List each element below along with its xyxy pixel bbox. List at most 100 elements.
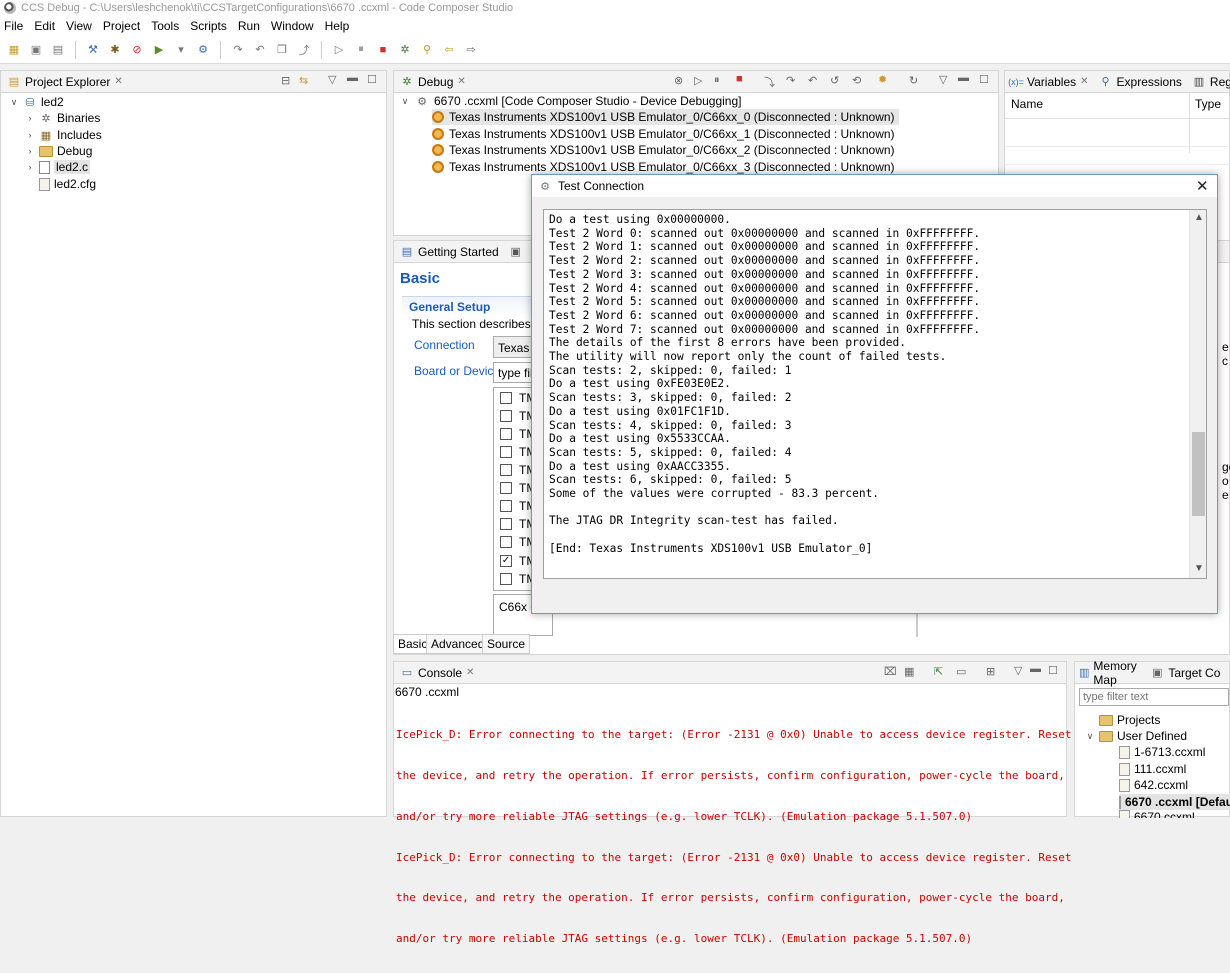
- flash-icon[interactable]: ⊘: [129, 42, 145, 58]
- chevron-down-icon[interactable]: ▾: [173, 42, 189, 58]
- expand-icon[interactable]: ›: [25, 130, 35, 140]
- device-checkbox[interactable]: [500, 518, 512, 530]
- save-icon[interactable]: ▣: [28, 42, 44, 58]
- close-icon[interactable]: ✕: [457, 76, 465, 87]
- tree-item-user-defined[interactable]: ∨ User Defined: [1085, 728, 1187, 744]
- debug-session-root[interactable]: ∨ ⚙ 6670 .ccxml [Code Composer Studio - …: [400, 93, 742, 109]
- suspend-icon[interactable]: ⏸: [714, 74, 720, 87]
- tree-item-ccxml[interactable]: 642.ccxml: [1119, 777, 1188, 793]
- collapse-icon[interactable]: ∨: [1085, 731, 1095, 742]
- dialog-vscroll[interactable]: ▲ ▼: [1189, 210, 1206, 578]
- scroll-lock-icon[interactable]: ▦: [904, 665, 914, 678]
- close-icon[interactable]: ✕: [466, 667, 474, 678]
- step-over-icon[interactable]: ↷: [786, 74, 795, 87]
- pin-console-icon[interactable]: ⇱: [934, 665, 943, 678]
- dialog-close-icon[interactable]: ✕: [1196, 177, 1209, 195]
- maximize-icon[interactable]: ☐: [1048, 664, 1058, 677]
- maximize-icon[interactable]: ☐: [979, 73, 989, 86]
- collapse-icon[interactable]: ∨: [9, 97, 19, 108]
- debug-target-icon[interactable]: ✲: [397, 42, 413, 58]
- scroll-thumb[interactable]: [1192, 432, 1205, 517]
- debug-config-icon[interactable]: ✹: [878, 73, 887, 86]
- tree-item-includes[interactable]: › ▦ Includes: [25, 127, 102, 143]
- tree-item-binaries[interactable]: › ✲ Binaries: [25, 110, 101, 126]
- clear-console-icon[interactable]: ⌧: [884, 665, 897, 678]
- expand-icon[interactable]: ›: [25, 113, 35, 123]
- menu-view[interactable]: View: [66, 19, 92, 33]
- debug-core-item[interactable]: Texas Instruments XDS100v1 USB Emulator_…: [432, 109, 899, 125]
- pin-icon[interactable]: ⚲: [419, 42, 435, 58]
- debug-icon[interactable]: ✱: [107, 42, 123, 58]
- tree-item-led2[interactable]: ∨ ⛁ led2: [9, 94, 64, 110]
- tree-item-ccxml[interactable]: 111.ccxml: [1119, 761, 1186, 777]
- refresh-icon[interactable]: ↻: [909, 74, 918, 87]
- step-return-icon[interactable]: ↶: [808, 74, 817, 87]
- tab-target-configs[interactable]: ▣ Target Co: [1150, 666, 1220, 680]
- device-checkbox[interactable]: [500, 536, 512, 548]
- device-checkbox[interactable]: [500, 410, 512, 422]
- tab-advanced[interactable]: Advanced: [426, 634, 490, 654]
- menu-scripts[interactable]: Scripts: [190, 19, 227, 33]
- terminate-icon[interactable]: ■: [736, 73, 743, 85]
- step-return-icon[interactable]: ⤴: [296, 42, 312, 58]
- back-icon[interactable]: ⇦: [441, 42, 457, 58]
- close-icon[interactable]: ✕: [1080, 76, 1088, 87]
- restart-icon[interactable]: ⟲: [852, 74, 861, 87]
- display-console-icon[interactable]: ▭: [956, 665, 966, 678]
- step-over-icon[interactable]: ↶: [252, 42, 268, 58]
- column-name[interactable]: Name: [1011, 97, 1043, 111]
- expand-icon[interactable]: ›: [25, 162, 35, 172]
- link-editor-icon[interactable]: ⇆: [299, 74, 308, 87]
- device-checkbox[interactable]: [500, 464, 512, 476]
- device-checkbox[interactable]: [500, 392, 512, 404]
- debug-core-item[interactable]: Texas Instruments XDS100v1 USB Emulator_…: [432, 159, 895, 175]
- menu-tools[interactable]: Tools: [151, 19, 179, 33]
- target-filter-input[interactable]: [1079, 688, 1229, 706]
- reset-icon[interactable]: ↺: [830, 74, 839, 87]
- device-checkbox[interactable]: [500, 500, 512, 512]
- menu-run[interactable]: Run: [238, 19, 260, 33]
- tree-item-ccxml-selected[interactable]: 6670 .ccxml [Defau: [1119, 794, 1230, 810]
- build-icon[interactable]: ⚒: [85, 42, 101, 58]
- collapse-icon[interactable]: ∨: [400, 96, 410, 107]
- menu-file[interactable]: File: [4, 19, 23, 33]
- menu-edit[interactable]: Edit: [34, 19, 55, 33]
- terminate-icon[interactable]: ■: [375, 42, 391, 58]
- board-device-link[interactable]: Board or Device: [414, 364, 500, 378]
- scroll-down-icon[interactable]: ▼: [1194, 563, 1204, 574]
- tab-getting-started[interactable]: ▤ Getting Started: [400, 245, 499, 259]
- new-console-icon[interactable]: ⊞: [986, 665, 995, 678]
- new-icon[interactable]: ▦: [6, 42, 22, 58]
- tree-item-ccxml[interactable]: 1-6713.ccxml: [1119, 744, 1205, 760]
- device-checkbox[interactable]: [500, 573, 512, 585]
- column-type[interactable]: Type: [1195, 97, 1221, 111]
- tab-memory-map[interactable]: ▥ Memory Map: [1079, 659, 1140, 687]
- close-icon[interactable]: ✕: [114, 76, 122, 87]
- view-menu-icon[interactable]: ▽: [328, 73, 336, 86]
- tree-item-led2-cfg[interactable]: led2.cfg: [39, 176, 96, 192]
- save-all-icon[interactable]: ▤: [50, 42, 66, 58]
- tab-registers[interactable]: ▥ Registe: [1192, 75, 1230, 89]
- minimize-icon[interactable]: ▬: [1030, 663, 1041, 675]
- window-icon[interactable]: ❐: [274, 42, 290, 58]
- view-menu-icon[interactable]: ▽: [1014, 664, 1022, 677]
- launch-icon[interactable]: ▶: [151, 42, 167, 58]
- tab-variables[interactable]: (x)= Variables ✕: [1008, 75, 1088, 89]
- device-checkbox-checked[interactable]: ✓: [500, 555, 512, 567]
- minimize-icon[interactable]: ▬: [347, 72, 358, 84]
- tool-icon[interactable]: ⚙: [195, 42, 211, 58]
- debug-core-item[interactable]: Texas Instruments XDS100v1 USB Emulator_…: [432, 126, 895, 142]
- connection-link[interactable]: Connection: [414, 338, 475, 352]
- tab-source[interactable]: Source: [482, 634, 531, 654]
- collapse-all-icon[interactable]: ⊟: [281, 74, 290, 87]
- tab-target-config[interactable]: ▣: [509, 245, 523, 259]
- forward-icon[interactable]: ⇨: [463, 42, 479, 58]
- scroll-up-icon[interactable]: ▲: [1194, 212, 1204, 223]
- menu-project[interactable]: Project: [103, 19, 140, 33]
- tree-item-led2-c[interactable]: › led2.c: [25, 159, 91, 175]
- expand-icon[interactable]: ›: [25, 146, 35, 156]
- maximize-icon[interactable]: ☐: [367, 73, 377, 86]
- resume-icon[interactable]: ▷: [331, 42, 347, 58]
- device-checkbox[interactable]: [500, 428, 512, 440]
- tab-expressions[interactable]: ⚲ Expressions: [1099, 75, 1182, 89]
